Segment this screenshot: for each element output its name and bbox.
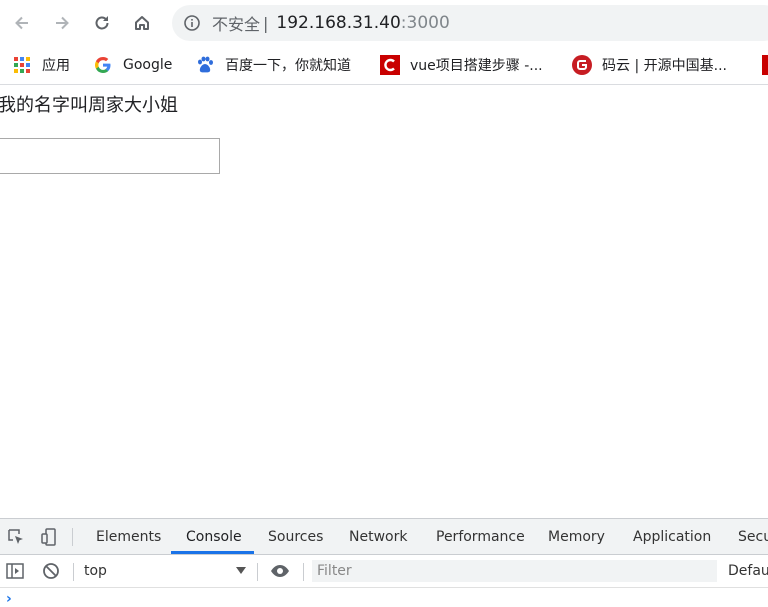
csdn-icon — [380, 55, 400, 75]
bookmark-vue-steps[interactable]: vue项目搭建步骤 -... — [380, 46, 543, 84]
tab-security[interactable]: Secu — [738, 519, 768, 554]
console-toolbar-divider — [303, 563, 304, 581]
console-toolbar: top Filter Defau — [0, 555, 768, 588]
bookmark-gitee[interactable]: 码云 | 开源中国基... — [572, 46, 727, 84]
url-host: 192.168.31.40 — [276, 13, 401, 33]
tab-elements[interactable]: Elements — [96, 519, 161, 554]
name-input[interactable] — [0, 138, 220, 174]
context-select[interactable]: top — [84, 561, 250, 581]
bookmark-apps[interactable]: 应用 — [12, 46, 70, 84]
bookmark-label: vue项目搭建步骤 -... — [410, 58, 543, 74]
device-toolbar-icon[interactable] — [39, 527, 59, 547]
log-levels-dropdown[interactable]: Defau — [728, 555, 768, 587]
address-bar[interactable]: 不安全 | 192.168.31.40 :3000 — [172, 5, 768, 41]
tab-application[interactable]: Application — [633, 519, 711, 554]
gitee-icon — [572, 55, 592, 75]
apps-grid-icon — [12, 55, 32, 75]
arrow-right-icon — [56, 16, 69, 30]
baidu-paw-icon — [195, 55, 215, 75]
tab-console[interactable]: Console — [186, 519, 242, 554]
bookmark-label: Google — [123, 57, 173, 73]
browser-toolbar: 不安全 | 192.168.31.40 :3000 — [0, 0, 768, 46]
forward-button[interactable] — [50, 11, 74, 35]
home-icon — [135, 16, 149, 30]
bookmark-baidu[interactable]: 百度一下，你就知道 — [195, 46, 351, 84]
live-expression-eye-icon[interactable] — [270, 561, 290, 581]
home-button[interactable] — [130, 11, 154, 35]
active-tab-indicator — [171, 551, 254, 554]
show-sidebar-icon[interactable] — [5, 561, 25, 581]
bookmark-favicon-partial — [762, 55, 768, 75]
arrow-left-icon — [15, 16, 28, 30]
bookmark-label: 码云 | 开源中国基... — [602, 58, 727, 74]
reload-icon — [95, 16, 109, 30]
url-port: :3000 — [400, 13, 450, 33]
toolbar-divider — [72, 528, 73, 546]
clear-console-icon[interactable] — [41, 561, 61, 581]
page-heading: 我的名字叫周家大小姐 — [0, 95, 178, 116]
dropdown-arrow-icon — [236, 567, 246, 574]
console-toolbar-divider — [257, 563, 258, 581]
back-button[interactable] — [10, 11, 34, 35]
console-toolbar-divider — [73, 563, 74, 581]
tab-network[interactable]: Network — [349, 519, 407, 554]
context-value: top — [84, 563, 107, 579]
tab-performance[interactable]: Performance — [436, 519, 525, 554]
bookmark-label: 百度一下，你就知道 — [225, 58, 351, 74]
tab-sources[interactable]: Sources — [268, 519, 323, 554]
google-icon — [93, 55, 113, 75]
bookmark-label: 应用 — [42, 58, 70, 74]
info-circle-icon[interactable] — [183, 14, 201, 32]
devtools-panel: Elements Console Sources Network Perform… — [0, 518, 768, 607]
security-status-label[interactable]: 不安全 — [212, 11, 260, 35]
reload-button[interactable] — [90, 11, 114, 35]
bookmarks-bar: 应用 Google 百度一下，你就知道 vue项目搭建步骤 -... 码云 | … — [0, 46, 768, 85]
console-prompt[interactable]: › — [6, 591, 12, 607]
bookmark-overflow[interactable] — [762, 46, 768, 84]
inspect-element-icon[interactable] — [6, 527, 26, 547]
console-filter-input[interactable]: Filter — [312, 560, 717, 582]
devtools-tabbar: Elements Console Sources Network Perform… — [0, 519, 768, 555]
bookmark-google[interactable]: Google — [93, 46, 172, 84]
tab-memory[interactable]: Memory — [548, 519, 605, 554]
omnibox-separator: | — [263, 13, 269, 33]
